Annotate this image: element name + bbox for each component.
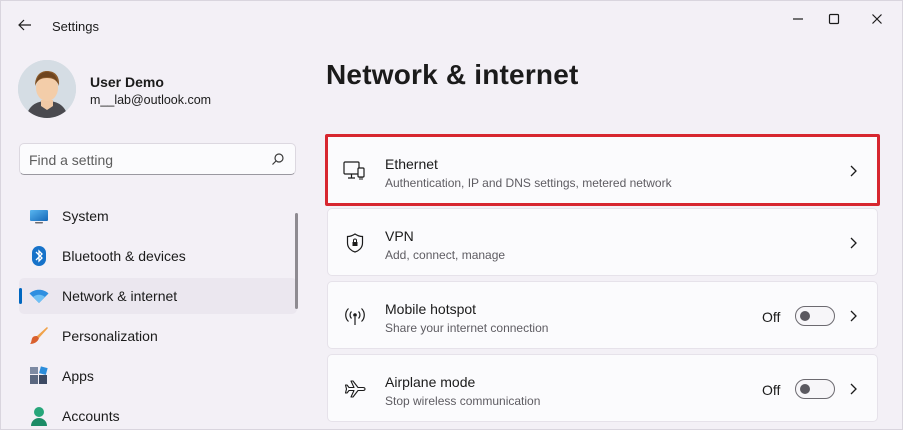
- search-icon[interactable]: [271, 152, 285, 166]
- search-box: [19, 143, 296, 175]
- maximize-icon: [828, 13, 840, 25]
- card-title: Ethernet: [385, 156, 438, 172]
- app-title: Settings: [52, 19, 99, 34]
- card-title: Airplane mode: [385, 374, 476, 390]
- toggle-knob: [800, 311, 810, 321]
- sidebar-item-label: Network & internet: [62, 288, 178, 304]
- toggle-state-label: Off: [762, 382, 781, 398]
- user-email: m__lab@outlook.com: [90, 93, 212, 107]
- toggle-state-label: Off: [762, 309, 781, 325]
- card-title: VPN: [385, 228, 414, 244]
- mobile-hotspot-card[interactable]: Mobile hotspot Share your internet conne…: [327, 281, 878, 349]
- minimize-button[interactable]: [780, 5, 816, 33]
- close-button[interactable]: [859, 5, 895, 33]
- chevron-right-icon: [850, 237, 857, 249]
- chevron-right-icon[interactable]: [849, 383, 857, 395]
- sidebar-item-network[interactable]: Network & internet: [19, 278, 297, 314]
- chevron-right-icon: [850, 165, 857, 177]
- sidebar-item-apps[interactable]: Apps: [19, 358, 297, 394]
- card-description: Stop wireless communication: [385, 394, 541, 408]
- chevron-right-icon[interactable]: [849, 310, 857, 322]
- user-name: User Demo: [90, 74, 164, 90]
- sidebar-scrollbar[interactable]: [295, 213, 298, 309]
- ethernet-card[interactable]: Ethernet Authentication, IP and DNS sett…: [325, 134, 880, 206]
- page-title: Network & internet: [326, 59, 579, 90]
- active-indicator: [19, 288, 22, 304]
- brush-icon: [29, 326, 49, 346]
- hotspot-icon: [344, 305, 366, 327]
- title-bar: Settings: [1, 1, 903, 41]
- airplane-mode-toggle[interactable]: [795, 379, 835, 399]
- sidebar-item-personalization[interactable]: Personalization: [19, 318, 297, 354]
- maximize-button[interactable]: [816, 5, 852, 33]
- wifi-icon: [29, 286, 49, 306]
- card-title: Mobile hotspot: [385, 301, 477, 317]
- toggle-knob: [800, 384, 810, 394]
- minimize-icon: [793, 18, 803, 20]
- user-avatar-icon: [18, 60, 76, 118]
- sidebar-item-label: Bluetooth & devices: [62, 248, 186, 264]
- person-icon: [29, 406, 49, 426]
- ethernet-icon: [343, 160, 365, 182]
- apps-icon: [29, 366, 49, 386]
- monitor-icon: [29, 206, 49, 226]
- sidebar-item-label: Apps: [62, 368, 94, 384]
- search-input[interactable]: [29, 150, 259, 170]
- settings-window: Settings User Demo m__lab@outlook.com Fi…: [0, 0, 903, 430]
- back-button[interactable]: [11, 13, 39, 37]
- card-description: Authentication, IP and DNS settings, met…: [385, 176, 672, 190]
- close-icon: [872, 14, 882, 24]
- avatar[interactable]: [18, 60, 76, 118]
- airplane-icon: [344, 378, 366, 400]
- mobile-hotspot-toggle[interactable]: [795, 306, 835, 326]
- card-description: Share your internet connection: [385, 321, 549, 335]
- bluetooth-icon: [29, 246, 49, 266]
- card-description: Add, connect, manage: [385, 248, 506, 262]
- sidebar-item-label: System: [62, 208, 109, 224]
- sidebar-item-system[interactable]: System: [19, 198, 297, 234]
- sidebar-item-bluetooth[interactable]: Bluetooth & devices: [19, 238, 297, 274]
- sidebar-item-label: Accounts: [62, 408, 120, 424]
- sidebar-item-label: Personalization: [62, 328, 158, 344]
- vpn-card[interactable]: VPN Add, connect, manage: [327, 208, 878, 276]
- back-arrow-icon: [18, 19, 31, 31]
- airplane-mode-card[interactable]: Airplane mode Stop wireless communicatio…: [327, 354, 878, 422]
- sidebar-item-accounts[interactable]: Accounts: [19, 398, 297, 430]
- shield-icon: [344, 232, 366, 254]
